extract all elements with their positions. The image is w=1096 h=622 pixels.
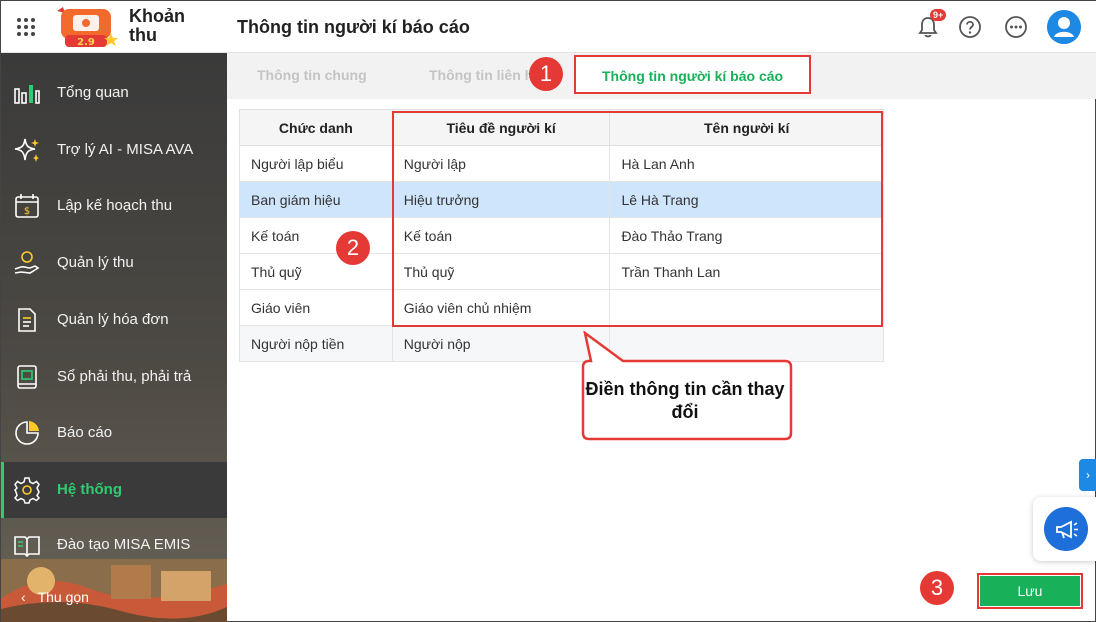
svg-text:$: $ — [24, 206, 30, 217]
sidebar-item-system[interactable]: Hệ thống — [1, 462, 227, 518]
sidebar: Tổng quan Trợ lý AI - MISA AVA $ Lập kế … — [1, 53, 227, 622]
table-row[interactable]: Thủ quỹ Thủ quỹ Trần Thanh Lan — [239, 253, 884, 290]
cell-signer-name-input[interactable]: Hà Lan Anh — [609, 145, 884, 182]
sidebar-item-invoice[interactable]: Quản lý hóa đơn — [1, 292, 227, 348]
cell-signer-title-input[interactable]: Thủ quỹ — [391, 253, 611, 290]
sparkle-icon — [14, 138, 39, 162]
cell-position: Giáo viên — [239, 289, 393, 326]
chevron-left-icon: ‹ — [21, 589, 26, 605]
calendar-dollar-icon: $ — [15, 194, 39, 218]
sidebar-item-overview[interactable]: Tổng quan — [1, 65, 227, 121]
cell-position: Thủ quỹ — [239, 253, 393, 290]
cell-position: Ban giám hiệu — [239, 181, 393, 218]
table-row[interactable]: Người lập biểu Người lập Hà Lan Anh — [239, 145, 884, 182]
pie-chart-icon — [15, 421, 39, 445]
app-grid-icon[interactable] — [17, 18, 35, 36]
page-title: Thông tin người kí báo cáo — [237, 17, 470, 37]
column-header-signer-title: Tiêu đề người kí — [391, 109, 611, 146]
sidebar-item-label: Sổ phải thu, phải trả — [57, 368, 192, 385]
cell-position: Người nộp tiền — [239, 325, 393, 362]
table-row[interactable]: Giáo viên Giáo viên chủ nhiệm — [239, 289, 884, 326]
help-icon[interactable] — [957, 14, 983, 40]
table-header-row: Chức danh Tiêu đề người kí Tên người kí — [239, 109, 884, 146]
svg-text:2.9: 2.9 — [77, 37, 95, 48]
cell-signer-name-input[interactable]: Lê Hà Trang — [609, 181, 884, 218]
sidebar-item-ai-assistant[interactable]: Trợ lý AI - MISA AVA — [1, 122, 227, 178]
tab-general-info[interactable]: Thông tin chung — [257, 67, 367, 83]
hand-coin-icon — [14, 251, 40, 274]
sidebar-item-label: Đào tạo MISA EMIS — [57, 536, 191, 553]
callout-text: Điền thông tin cần thay đổi — [585, 379, 785, 422]
sidebar-item-label: Quản lý hóa đơn — [57, 311, 169, 328]
sidebar-item-plan[interactable]: $ Lập kế hoạch thu — [1, 178, 227, 234]
megaphone-icon[interactable] — [1044, 507, 1088, 551]
cell-signer-name-input[interactable] — [609, 289, 884, 326]
tab-signer-info[interactable]: Thông tin người kí báo cáo — [602, 68, 783, 84]
bar-chart-icon — [14, 85, 40, 104]
save-button[interactable]: Lưu — [980, 576, 1080, 606]
sidebar-item-label: Lập kế hoạch thu — [57, 197, 173, 214]
column-header-position: Chức danh — [239, 109, 393, 146]
cell-signer-title-input[interactable]: Người lập — [391, 145, 611, 182]
tab-contact-info[interactable]: Thông tin liên h — [429, 67, 533, 83]
sidebar-item-ledger[interactable]: Sổ phải thu, phải trả — [1, 349, 227, 405]
sidebar-item-label: Quản lý thu — [57, 254, 134, 271]
sidebar-item-report[interactable]: Báo cáo — [1, 405, 227, 461]
document-icon — [18, 308, 36, 332]
sidebar-item-revenue[interactable]: Quản lý thu — [1, 235, 227, 291]
table-row[interactable]: Ban giám hiệu Hiệu trưởng Lê Hà Trang — [239, 181, 884, 218]
app-logo-icon: 2.9 — [57, 7, 118, 48]
gear-icon — [13, 477, 41, 504]
collapse-sidebar-button[interactable]: ‹ Thu gọn — [21, 589, 89, 605]
collapse-label: Thu gọn — [37, 589, 89, 605]
user-avatar-icon[interactable] — [1047, 10, 1081, 44]
step-marker-2: 2 — [336, 231, 370, 265]
cell-signer-name-input[interactable]: Trần Thanh Lan — [609, 253, 884, 290]
notification-badge: 9+ — [930, 9, 947, 21]
book-icon — [14, 536, 40, 558]
step-marker-3: 3 — [920, 571, 954, 605]
sidebar-item-label: Trợ lý AI - MISA AVA — [57, 141, 194, 158]
column-header-signer-name: Tên người kí — [609, 109, 884, 146]
step-marker-1: 1 — [529, 57, 563, 91]
cell-signer-name-input[interactable]: Đào Thảo Trang — [609, 217, 884, 254]
sidebar-item-label: Tổng quan — [57, 84, 129, 101]
cell-position: Người lập biểu — [239, 145, 393, 182]
cell-signer-title-input[interactable]: Kế toán — [391, 217, 611, 254]
signer-table: Chức danh Tiêu đề người kí Tên người kí … — [239, 109, 884, 362]
more-icon[interactable] — [1003, 14, 1029, 40]
chevron-right-icon[interactable]: › — [1079, 459, 1096, 491]
ledger-icon — [17, 365, 37, 389]
sidebar-item-label: Báo cáo — [57, 424, 113, 441]
app-header: 2.9 Khoản thu Thông tin người kí báo cáo… — [1, 1, 1096, 53]
sidebar-item-label: Hệ thống — [57, 481, 122, 498]
app-name: Khoản thu — [129, 6, 185, 45]
cell-signer-title-input[interactable]: Giáo viên chủ nhiệm — [391, 289, 611, 326]
cell-signer-title-input[interactable]: Hiệu trưởng — [391, 181, 611, 218]
